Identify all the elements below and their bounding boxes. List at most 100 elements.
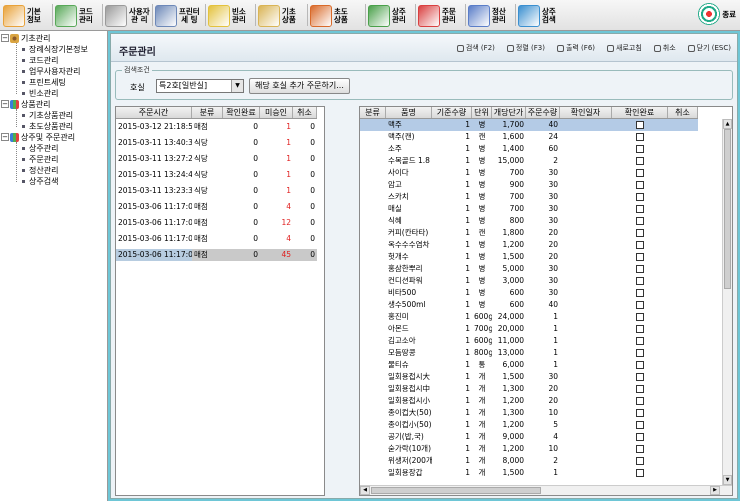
confirm-checkbox[interactable] [636, 301, 644, 309]
order-item-cell[interactable] [612, 395, 668, 407]
order-item-row[interactable]: 생수500ml 1 병 600 40 [360, 299, 698, 311]
order-item-cell[interactable] [612, 287, 668, 299]
order-item-row[interactable]: 수복골드 1.8 1 병 15,000 2 [360, 155, 698, 167]
order-row[interactable]: 2015-03-06 11:17:08 매점 0 4 0 [116, 201, 317, 213]
order-item-cell[interactable] [612, 371, 668, 383]
column-header[interactable]: 품명 [386, 107, 432, 118]
order-item-cell[interactable] [612, 311, 668, 323]
toolbar-button-6[interactable]: 초도 상품 [310, 3, 348, 28]
cancel-button[interactable]: 취소 [653, 43, 676, 53]
order-item-cell[interactable] [612, 419, 668, 431]
column-header[interactable]: 확인완료 [223, 107, 260, 118]
order-item-row[interactable]: 아몬드 1 700g 20,000 1 [360, 323, 698, 335]
confirm-checkbox[interactable] [636, 361, 644, 369]
confirm-checkbox[interactable] [636, 433, 644, 441]
tree-group-0[interactable]: − 기초관리 [0, 33, 50, 43]
order-item-row[interactable]: 일회용접시大 1 개 1,500 30 [360, 371, 698, 383]
scroll-up-icon[interactable]: ▲ [723, 119, 732, 129]
order-item-cell[interactable] [612, 227, 668, 239]
toolbar-button-8[interactable]: 주문 관리 [418, 3, 456, 28]
order-item-cell[interactable] [612, 263, 668, 275]
confirm-checkbox[interactable] [636, 373, 644, 381]
close-button[interactable]: 닫기 (ESC) [687, 43, 731, 53]
order-item-row[interactable]: 사이다 1 병 700 30 [360, 167, 698, 179]
tree-item[interactable]: 초도상품관리 [22, 121, 73, 131]
chevron-down-icon[interactable]: ▼ [231, 80, 243, 92]
tree-group-2[interactable]: − 상주및 주문관리 [0, 132, 75, 142]
order-item-cell[interactable] [612, 251, 668, 263]
toolbar-button-4[interactable]: 빈소 관리 [208, 3, 246, 28]
tree-item[interactable]: 빈소관리 [22, 88, 58, 98]
scroll-thumb[interactable] [724, 129, 731, 289]
vertical-scrollbar[interactable]: ▲ ▼ [722, 119, 732, 485]
confirm-checkbox[interactable] [636, 409, 644, 417]
column-header[interactable]: 분류 [192, 107, 223, 118]
toolbar-button-5[interactable]: 기초 상품 [258, 3, 296, 28]
order-item-row[interactable]: 물티슈 1 통 6,000 1 [360, 359, 698, 371]
toolbar-button-1[interactable]: 코드 관리 [55, 3, 93, 28]
confirm-checkbox[interactable] [636, 337, 644, 345]
order-item-cell[interactable] [612, 455, 668, 467]
confirm-checkbox[interactable] [636, 181, 644, 189]
toolbar-button-2[interactable]: 사용자 관 리 [105, 3, 150, 28]
order-item-cell[interactable] [612, 347, 668, 359]
confirm-checkbox[interactable] [636, 169, 644, 177]
order-row[interactable]: 2015-03-11 13:27:26 식당 0 1 0 [116, 153, 317, 165]
exit-button[interactable]: 종료 [698, 3, 736, 25]
column-header[interactable]: 취소 [668, 107, 698, 118]
order-item-row[interactable]: 숟가락(10개) 1 개 1,200 10 [360, 443, 698, 455]
order-item-row[interactable]: 헛개수 1 병 1,500 20 [360, 251, 698, 263]
tree-item[interactable]: 코드관리 [22, 55, 58, 65]
tree-item[interactable]: 주문관리 [22, 154, 58, 164]
order-item-cell[interactable] [612, 215, 668, 227]
order-item-row[interactable]: 옥수수수염차 1 병 1,200 20 [360, 239, 698, 251]
confirm-checkbox[interactable] [636, 469, 644, 477]
order-item-cell[interactable] [612, 275, 668, 287]
confirm-checkbox[interactable] [636, 277, 644, 285]
order-item-row[interactable]: 종이컵小(50) 1 개 1,200 5 [360, 419, 698, 431]
confirm-checkbox[interactable] [636, 349, 644, 357]
sort-button[interactable]: 정렬 (F3) [506, 43, 545, 53]
confirm-checkbox[interactable] [636, 289, 644, 297]
order-item-row[interactable]: 모듬땅콩 1 800g 13,000 1 [360, 347, 698, 359]
confirm-checkbox[interactable] [636, 325, 644, 333]
order-item-cell[interactable] [612, 467, 668, 479]
order-item-cell[interactable] [612, 407, 668, 419]
column-header[interactable]: 분류 [360, 107, 386, 118]
order-item-row[interactable]: 김고소아 1 600g 11,000 1 [360, 335, 698, 347]
column-header[interactable]: 확인완료 [612, 107, 668, 118]
tree-item[interactable]: 기초상품관리 [22, 110, 73, 120]
confirm-checkbox[interactable] [636, 313, 644, 321]
toolbar-button-7[interactable]: 상주 관리 [368, 3, 406, 28]
confirm-checkbox[interactable] [636, 265, 644, 273]
order-item-cell[interactable] [612, 239, 668, 251]
order-item-row[interactable]: 일회용접시小 1 개 1,200 20 [360, 395, 698, 407]
expand-icon[interactable]: − [1, 133, 9, 141]
tree-item[interactable]: 정산관리 [22, 165, 58, 175]
horizontal-scrollbar[interactable]: ◀ ▶ [360, 485, 732, 495]
order-item-row[interactable]: 암고 1 병 900 30 [360, 179, 698, 191]
confirm-checkbox[interactable] [636, 133, 644, 141]
order-item-cell[interactable] [612, 299, 668, 311]
order-item-row[interactable]: 위생저(200개) 1 개 8,000 2 [360, 455, 698, 467]
tree-item[interactable]: 프린트세팅 [22, 77, 66, 87]
order-item-row[interactable]: 비타500 1 병 600 30 [360, 287, 698, 299]
toolbar-button-3[interactable]: 프린터 세 팅 [155, 3, 200, 28]
add-order-button[interactable]: 해당 호실 추가 주문하기... [249, 78, 350, 94]
order-item-cell[interactable] [612, 203, 668, 215]
confirm-checkbox[interactable] [636, 385, 644, 393]
confirm-checkbox[interactable] [636, 397, 644, 405]
confirm-checkbox[interactable] [636, 145, 644, 153]
confirm-checkbox[interactable] [636, 217, 644, 225]
confirm-checkbox[interactable] [636, 421, 644, 429]
column-header[interactable]: 취소 [293, 107, 317, 118]
column-header[interactable]: 주문수량 [526, 107, 560, 118]
order-item-cell[interactable] [612, 191, 668, 203]
confirm-checkbox[interactable] [636, 241, 644, 249]
order-item-cell[interactable] [612, 323, 668, 335]
order-item-row[interactable]: 홍진미 1 600g 24,000 1 [360, 311, 698, 323]
confirm-checkbox[interactable] [636, 229, 644, 237]
tree-item[interactable]: 상주검색 [22, 176, 58, 186]
expand-icon[interactable]: − [1, 34, 9, 42]
scroll-thumb[interactable] [371, 487, 541, 494]
